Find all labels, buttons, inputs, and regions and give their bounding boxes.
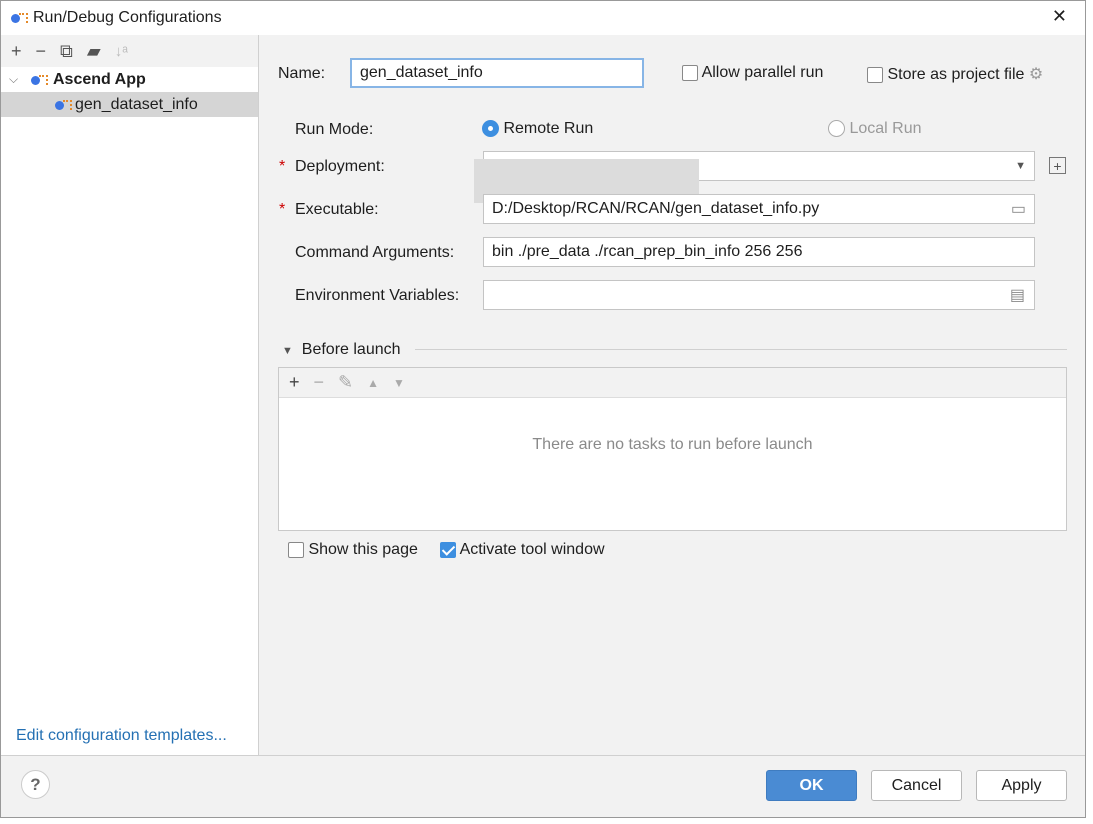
divider xyxy=(415,349,1067,350)
move-up-icon[interactable]: ▲ xyxy=(367,376,379,390)
tree-node-gen-dataset-info[interactable]: gen_dataset_info xyxy=(1,92,258,117)
remove-icon[interactable]: − xyxy=(36,41,47,62)
input-value: D:/Desktop/RCAN/RCAN/gen_dataset_info.py xyxy=(492,200,820,217)
config-tree: ⌵ Ascend App gen_dataset_info Edit confi… xyxy=(1,67,258,757)
remove-icon[interactable]: − xyxy=(314,372,325,393)
copy-icon[interactable]: ⧉ xyxy=(60,41,73,62)
help-button[interactable]: ? xyxy=(21,770,50,799)
add-icon[interactable]: + xyxy=(289,372,300,393)
environment-variables-label: Environment Variables: xyxy=(295,287,460,304)
apply-button[interactable]: Apply xyxy=(976,770,1067,801)
add-icon[interactable]: + xyxy=(11,41,22,62)
checkbox[interactable] xyxy=(440,541,456,558)
before-launch-toolbar: + − ✎ ▲ ▼ xyxy=(279,368,1066,398)
local-run-radio[interactable]: Local Run xyxy=(828,120,922,138)
move-down-icon[interactable]: ▼ xyxy=(393,376,405,390)
environment-variables-input[interactable]: ▤ xyxy=(483,280,1035,310)
add-deployment-icon[interactable]: + xyxy=(1049,157,1066,174)
store-project-file-checkbox[interactable]: Store as project file ⚙ xyxy=(867,64,1043,84)
allow-parallel-run-checkbox[interactable]: Allow parallel run xyxy=(682,64,823,82)
new-folder-icon[interactable]: ▰ xyxy=(87,41,101,62)
config-form: Name: gen_dataset_info Allow parallel ru… xyxy=(260,35,1085,757)
sidebar: + − ⧉ ▰ ↓ᵃ ⌵ Ascend App gen_dataset_info… xyxy=(1,35,259,757)
command-arguments-label: Command Arguments: xyxy=(295,244,455,261)
edit-icon[interactable]: ✎ xyxy=(338,372,353,393)
ascend-app-icon xyxy=(31,74,48,86)
empty-message: There are no tasks to run before launch xyxy=(532,436,813,453)
chevron-down-icon[interactable]: ⌵ xyxy=(9,72,31,87)
command-arguments-input[interactable]: bin ./pre_data ./rcan_prep_bin_info 256 … xyxy=(483,237,1035,267)
name-label: Name: xyxy=(278,65,326,82)
required-mark: * xyxy=(279,201,286,218)
before-launch-toggle[interactable]: ▼ Before launch xyxy=(282,341,401,359)
show-this-page-checkbox[interactable]: Show this page xyxy=(288,541,418,559)
ok-button[interactable]: OK xyxy=(766,770,857,801)
ascend-app-icon xyxy=(55,99,72,111)
run-mode-label: Run Mode: xyxy=(295,121,374,138)
checkbox-label: Allow parallel run xyxy=(701,64,824,81)
sidebar-toolbar: + − ⧉ ▰ ↓ᵃ xyxy=(1,35,258,67)
ascend-app-icon xyxy=(11,12,28,24)
folder-icon[interactable]: ▭ xyxy=(1011,199,1026,219)
tree-node-ascend-app[interactable]: ⌵ Ascend App xyxy=(1,67,258,92)
executable-input[interactable]: D:/Desktop/RCAN/RCAN/gen_dataset_info.py… xyxy=(483,194,1035,224)
name-input[interactable]: gen_dataset_info xyxy=(350,58,644,88)
tree-node-label: Ascend App xyxy=(53,70,146,88)
tree-node-label: gen_dataset_info xyxy=(75,95,198,113)
document-icon[interactable]: ▤ xyxy=(1010,285,1025,305)
checkbox[interactable] xyxy=(682,64,698,81)
sort-icon[interactable]: ↓ᵃ xyxy=(115,43,128,60)
window-title: Run/Debug Configurations xyxy=(33,9,222,26)
checkbox[interactable] xyxy=(288,541,304,558)
executable-label: * Executable: xyxy=(279,201,379,219)
checkbox-label: Show this page xyxy=(308,541,418,558)
before-launch-list: + − ✎ ▲ ▼ There are no tasks to run befo… xyxy=(278,367,1067,531)
deployment-label: * Deployment: xyxy=(279,158,385,176)
radio[interactable] xyxy=(828,120,845,138)
label-text: Deployment: xyxy=(295,158,385,175)
run-debug-dialog: Run/Debug Configurations ✕ + − ⧉ ▰ ↓ᵃ ⌵ … xyxy=(0,0,1086,818)
triangle-down-icon[interactable]: ▼ xyxy=(282,345,293,357)
cancel-button[interactable]: Cancel xyxy=(871,770,962,801)
activate-tool-window-checkbox[interactable]: Activate tool window xyxy=(440,541,605,559)
required-mark: * xyxy=(279,158,286,175)
section-title: Before launch xyxy=(301,341,401,358)
label-text: Executable: xyxy=(295,201,379,218)
checkbox[interactable] xyxy=(867,66,883,83)
radio-label: Local Run xyxy=(849,120,922,137)
title-bar: Run/Debug Configurations ✕ xyxy=(1,1,1085,35)
checkbox-label: Activate tool window xyxy=(459,541,605,558)
gear-icon[interactable]: ⚙ xyxy=(1029,66,1043,83)
dialog-footer: ? OK Cancel Apply xyxy=(1,755,1085,817)
close-icon[interactable]: ✕ xyxy=(1052,6,1067,27)
radio-label: Remote Run xyxy=(503,120,594,137)
edit-templates-link[interactable]: Edit configuration templates... xyxy=(16,727,227,745)
dropdown-arrow-icon[interactable]: ▼ xyxy=(1015,160,1026,172)
radio[interactable] xyxy=(482,120,499,138)
checkbox-label: Store as project file xyxy=(887,66,1025,83)
remote-run-radio[interactable]: Remote Run xyxy=(482,120,593,138)
